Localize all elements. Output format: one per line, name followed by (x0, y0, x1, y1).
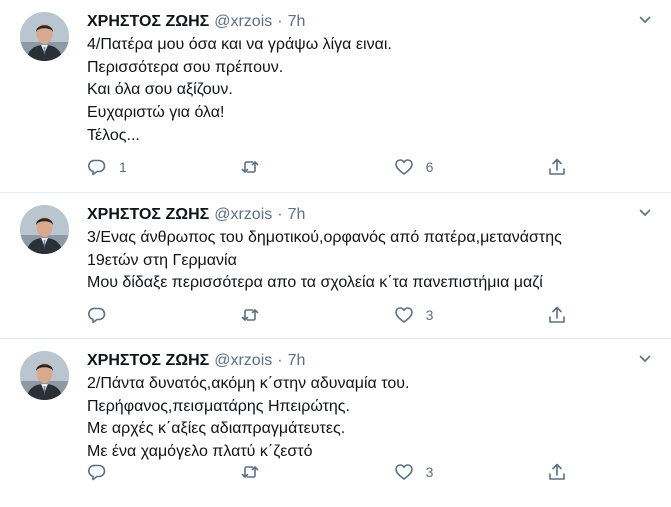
tweet-text-line: Και όλα σου αξίζουν. (87, 81, 233, 99)
share-icon (549, 158, 565, 175)
like-button[interactable]: 3 (394, 305, 504, 325)
heart-icon (394, 307, 413, 323)
tweet-text-line: Με αρχές κ΄αξίες αδιαπραγμάτευτες. (87, 420, 346, 438)
like-button[interactable]: 6 (394, 157, 504, 177)
more-options-button[interactable] (635, 349, 655, 369)
reply-count: 1 (119, 159, 127, 175)
reply-icon (88, 464, 106, 481)
heart-icon (394, 464, 413, 480)
share-button[interactable] (547, 305, 567, 325)
like-count: 3 (425, 464, 434, 480)
retweet-icon (242, 161, 259, 173)
author-handle[interactable]: @xrzois (214, 12, 272, 32)
share-button[interactable] (547, 462, 567, 482)
tweet-text-line: 4/Πατέρα μου όσα και να γράψω λίγα ειναι… (87, 36, 392, 53)
tweet-text: 2/Πάντα δυνατός,ακόμη κ΄στην αδυναμία το… (87, 373, 651, 464)
timestamp[interactable]: 7h (288, 12, 306, 32)
tweet-actions: 3 (87, 462, 567, 482)
tweet-actions: 1 6 (87, 157, 567, 177)
separator-dot: · (277, 206, 283, 223)
timestamp[interactable]: 7h (288, 351, 306, 371)
more-options-button[interactable] (635, 203, 655, 223)
tweet-header: ΧΡΗΣΤΟΣ ΖΩΗΣ @xrzois · 7h (87, 205, 651, 225)
tweet-text-line: Περισσότερα σου πρέπουν. (87, 58, 284, 76)
tweet[interactable]: ΧΡΗΣΤΟΣ ΖΩΗΣ @xrzois · 7h 3/Ενας άνθρωπο… (0, 193, 671, 339)
chevron-down-icon (639, 16, 651, 23)
avatar[interactable] (20, 205, 69, 254)
tweet-text-line: 2/Πάντα δυνατός,ακόμη κ΄στην αδυναμία το… (87, 375, 410, 392)
tweet-text-line: Μου δίδαξε περισσότερα απο τα σχολεία κ΄… (87, 274, 543, 292)
like-count: 3 (425, 307, 434, 323)
reply-icon (88, 159, 106, 176)
tweet[interactable]: ΧΡΗΣΤΟΣ ΖΩΗΣ @xrzois · 7h 4/Πατέρα μου ό… (0, 0, 671, 193)
retweet-button[interactable] (240, 157, 350, 177)
tweet-text: 4/Πατέρα μου όσα και να γράψω λίγα ειναι… (87, 34, 651, 148)
author-name[interactable]: ΧΡΗΣΤΟΣ ΖΩΗΣ (87, 351, 209, 371)
tweet-text-line: 3/Ενας άνθρωπος του δημοτικού,ορφανός απ… (87, 229, 562, 246)
timestamp[interactable]: 7h (288, 205, 306, 225)
share-icon (549, 306, 565, 323)
author-name[interactable]: ΧΡΗΣΤΟΣ ΖΩΗΣ (87, 12, 209, 32)
tweet-text-line: 19ετών στη Γερμανία (87, 251, 237, 269)
heart-icon (394, 159, 413, 175)
tweet[interactable]: ΧΡΗΣΤΟΣ ΖΩΗΣ @xrzois · 7h 2/Πάντα δυνατό… (0, 339, 671, 507)
like-button[interactable]: 3 (394, 462, 504, 482)
reply-button[interactable] (87, 305, 197, 325)
tweet-text-line: Ευχαριστώ για όλα! (87, 104, 225, 122)
tweet-actions: 3 (87, 305, 567, 325)
tweet-header: ΧΡΗΣΤΟΣ ΖΩΗΣ @xrzois · 7h (87, 12, 651, 32)
avatar[interactable] (20, 351, 69, 400)
reply-icon (88, 307, 106, 324)
tweet-text-line: Με ένα χαμόγελο πλατύ κ΄ζεστό (87, 443, 313, 461)
author-name[interactable]: ΧΡΗΣΤΟΣ ΖΩΗΣ (87, 205, 209, 225)
author-handle[interactable]: @xrzois (214, 205, 272, 225)
author-handle[interactable]: @xrzois (214, 351, 272, 371)
chevron-down-icon (639, 209, 651, 216)
like-count: 6 (425, 159, 434, 175)
avatar[interactable] (20, 12, 69, 61)
retweet-icon (242, 466, 259, 478)
more-options-button[interactable] (635, 10, 655, 30)
share-button[interactable] (547, 157, 567, 177)
tweet-text: 3/Ενας άνθρωπος του δημοτικού,ορφανός απ… (87, 227, 651, 295)
tweet-text-line: Περήφανος,πεισματάρης Ηπειρώτης. (87, 397, 350, 415)
retweet-button[interactable] (240, 305, 350, 325)
tweet-text-line: Τέλος... (87, 126, 140, 144)
tweet-header: ΧΡΗΣΤΟΣ ΖΩΗΣ @xrzois · 7h (87, 351, 651, 371)
chevron-down-icon (639, 355, 651, 362)
reply-button[interactable]: 1 (87, 157, 197, 177)
reply-button[interactable] (87, 462, 197, 482)
separator-dot: · (277, 13, 283, 30)
retweet-icon (242, 309, 259, 321)
retweet-button[interactable] (240, 462, 350, 482)
separator-dot: · (277, 352, 283, 369)
share-icon (549, 463, 565, 480)
